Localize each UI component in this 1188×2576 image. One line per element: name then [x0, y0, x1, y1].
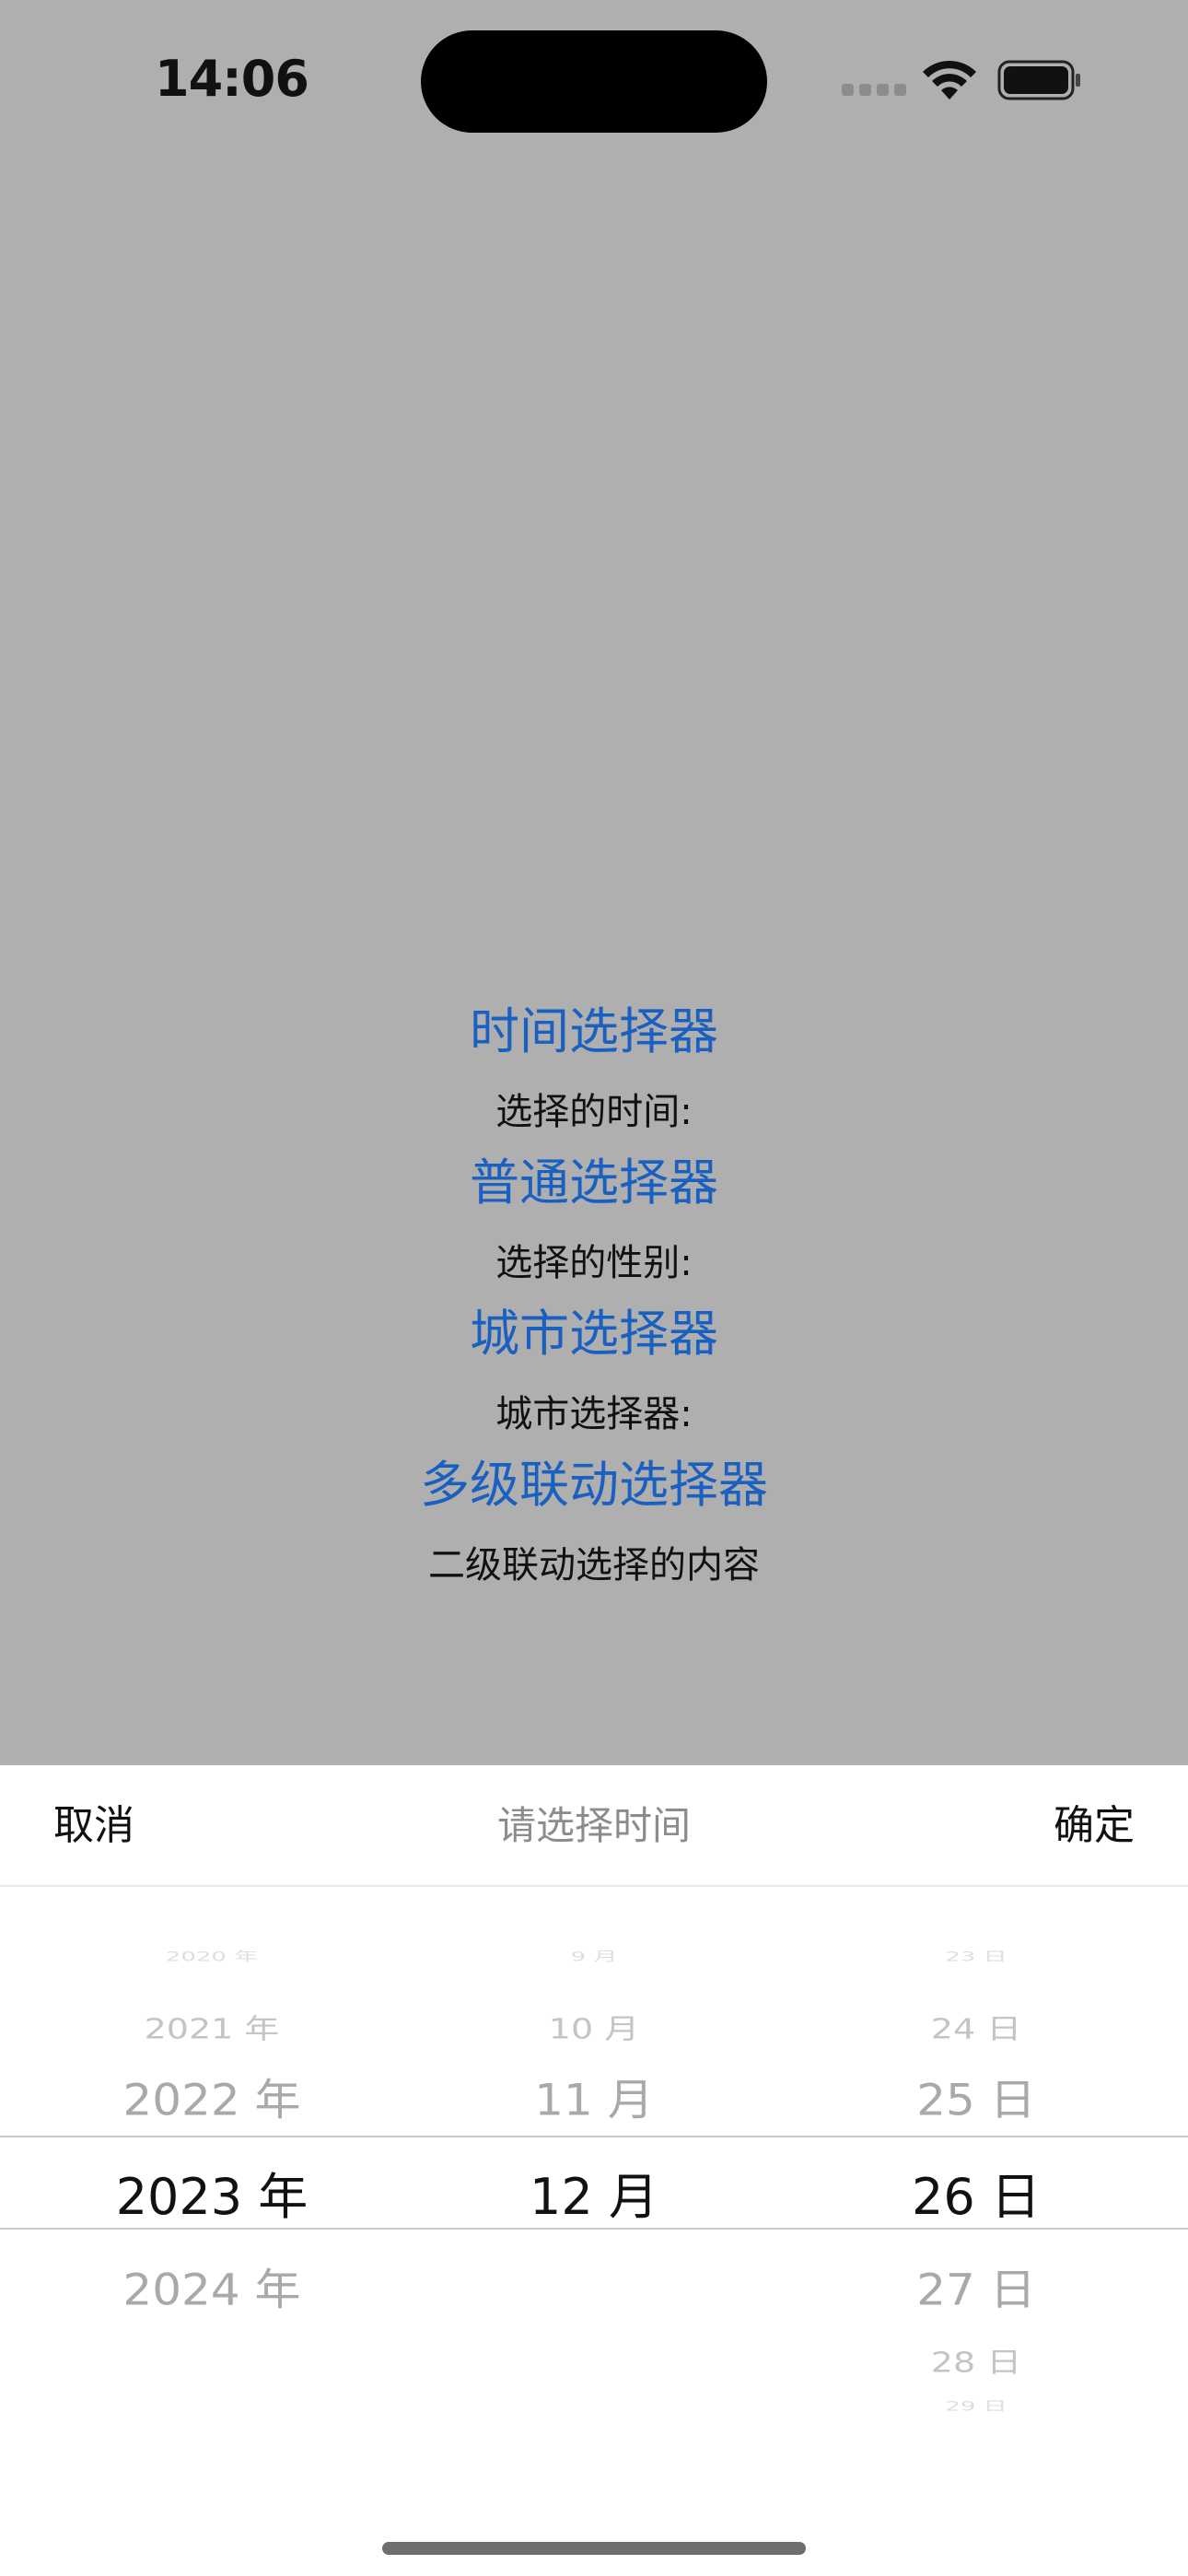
day-option[interactable]: 28 日	[824, 2340, 1128, 2381]
time-picker-button[interactable]: 时间选择器	[0, 995, 1188, 1069]
selected-gender-label: 选择的性别:	[495, 1242, 693, 1284]
dynamic-island	[421, 30, 767, 133]
year-option[interactable]: 2024 年	[55, 2255, 368, 2318]
two-level-selection-label: 二级联动选择的内容	[428, 1544, 760, 1587]
city-picker-label: 城市选择器:	[495, 1393, 693, 1435]
day-option[interactable]: 29 日	[824, 2395, 1128, 2415]
date-picker-sheet: 取消 请选择时间 确定 2020 年 2021 年 2022 年 2023 年 …	[0, 1765, 1188, 2576]
day-option[interactable]: 24 日	[824, 2007, 1128, 2047]
year-option[interactable]: 2020 年	[55, 1946, 368, 1965]
day-option[interactable]: 25 日	[824, 2066, 1128, 2128]
status-time: 14:06	[155, 50, 309, 108]
month-option[interactable]: 11 月	[442, 2066, 746, 2128]
home-indicator[interactable]	[382, 2542, 806, 2555]
wifi-icon	[923, 60, 976, 100]
normal-picker-button[interactable]: 普通选择器	[0, 1146, 1188, 1220]
year-option[interactable]: 2022 年	[55, 2066, 368, 2128]
day-option[interactable]: 23 日	[824, 1946, 1128, 1965]
selected-time-label: 选择的时间:	[495, 1091, 693, 1133]
day-option[interactable]: 27 日	[824, 2255, 1128, 2318]
day-wheel[interactable]: 23 日 24 日 25 日 26 日 27 日 28 日 29 日	[824, 1765, 1128, 2576]
battery-icon	[997, 60, 1080, 100]
multi-level-picker-button[interactable]: 多级联动选择器	[0, 1448, 1188, 1522]
signal-icon	[842, 84, 906, 97]
month-option[interactable]: 10 月	[442, 2007, 746, 2047]
month-option[interactable]: 9 月	[442, 1946, 746, 1965]
month-option-selected[interactable]: 12 月	[442, 2156, 746, 2229]
city-picker-button[interactable]: 城市选择器	[0, 1297, 1188, 1371]
year-wheel[interactable]: 2020 年 2021 年 2022 年 2023 年 2024 年	[55, 1765, 368, 2576]
year-option[interactable]: 2021 年	[55, 2007, 368, 2047]
day-option-selected[interactable]: 26 日	[824, 2156, 1128, 2229]
month-wheel[interactable]: 9 月 10 月 11 月 12 月	[442, 1765, 746, 2576]
year-option-selected[interactable]: 2023 年	[55, 2156, 368, 2229]
